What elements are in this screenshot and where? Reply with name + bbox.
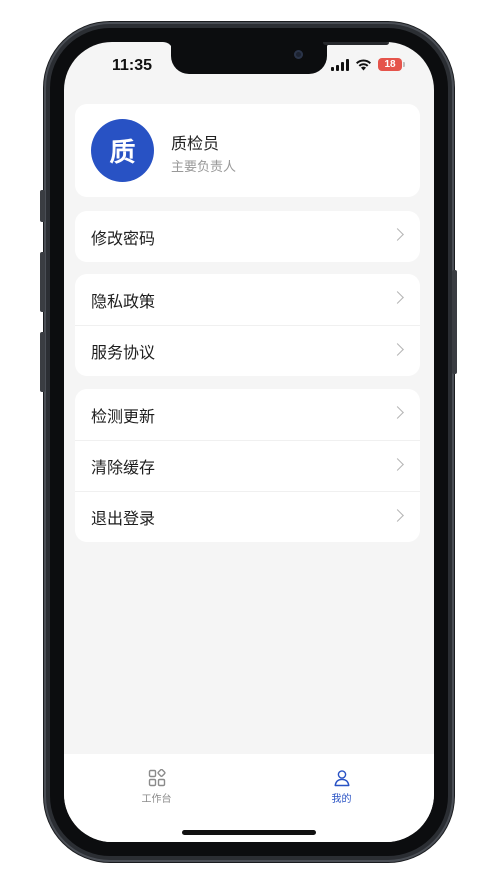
- menu-group-system: 检测更新 清除缓存 退出登录: [75, 389, 420, 542]
- menu-item-change-password[interactable]: 修改密码: [75, 211, 420, 262]
- screen: 11:35 18 质 质检员 主要负责人 修改密码 隐私政策 服务协议 检测更新…: [64, 42, 434, 842]
- grid-icon: [148, 769, 166, 787]
- chevron-right-icon: [391, 406, 404, 419]
- menu-item-label: 服务协议: [91, 343, 156, 362]
- user-icon: [334, 770, 349, 787]
- notch: [171, 42, 389, 74]
- menu-item-service-agreement[interactable]: 服务协议: [75, 325, 420, 376]
- chevron-right-icon: [391, 343, 404, 356]
- menu-item-label: 清除缓存: [91, 458, 156, 477]
- menu-item-logout[interactable]: 退出登录: [75, 491, 420, 542]
- menu-item-clear-cache[interactable]: 清除缓存: [75, 440, 420, 491]
- tab-bar: 工作台 我的: [64, 754, 434, 842]
- wifi-icon: [356, 58, 371, 70]
- profile-role: 主要负责人: [171, 160, 237, 175]
- profile-card[interactable]: 质 质检员 主要负责人: [75, 104, 420, 197]
- home-indicator[interactable]: [182, 830, 316, 835]
- chevron-right-icon: [391, 458, 404, 471]
- menu-item-label: 修改密码: [91, 228, 156, 248]
- tab-label: 工作台: [141, 794, 172, 805]
- volume-down-button: [40, 332, 45, 392]
- tab-workbench[interactable]: 工作台: [64, 754, 249, 842]
- camera-icon: [294, 50, 303, 59]
- menu-item-privacy-policy[interactable]: 隐私政策: [75, 274, 420, 325]
- menu-item-label: 隐私政策: [91, 291, 156, 311]
- cellular-signal-icon: [331, 58, 349, 71]
- avatar: 质: [91, 119, 154, 182]
- battery-icon: 18: [378, 58, 405, 71]
- speaker-grille: [323, 42, 389, 45]
- power-button: [452, 270, 457, 374]
- menu-group-legal: 隐私政策 服务协议: [75, 274, 420, 376]
- chevron-right-icon: [391, 228, 404, 241]
- chevron-right-icon: [391, 291, 404, 304]
- silent-switch: [40, 190, 45, 222]
- status-time: 11:35: [112, 57, 153, 74]
- menu-item-check-update[interactable]: 检测更新: [75, 389, 420, 440]
- tab-mine[interactable]: 我的: [249, 754, 434, 842]
- menu-item-label: 检测更新: [91, 406, 156, 426]
- status-icons: 18: [331, 58, 405, 71]
- chevron-right-icon: [391, 509, 404, 522]
- volume-up-button: [40, 252, 45, 312]
- tab-label: 我的: [331, 794, 352, 805]
- menu-item-label: 退出登录: [91, 509, 156, 528]
- menu-group-account: 修改密码: [75, 211, 420, 262]
- profile-name: 质检员: [171, 134, 220, 153]
